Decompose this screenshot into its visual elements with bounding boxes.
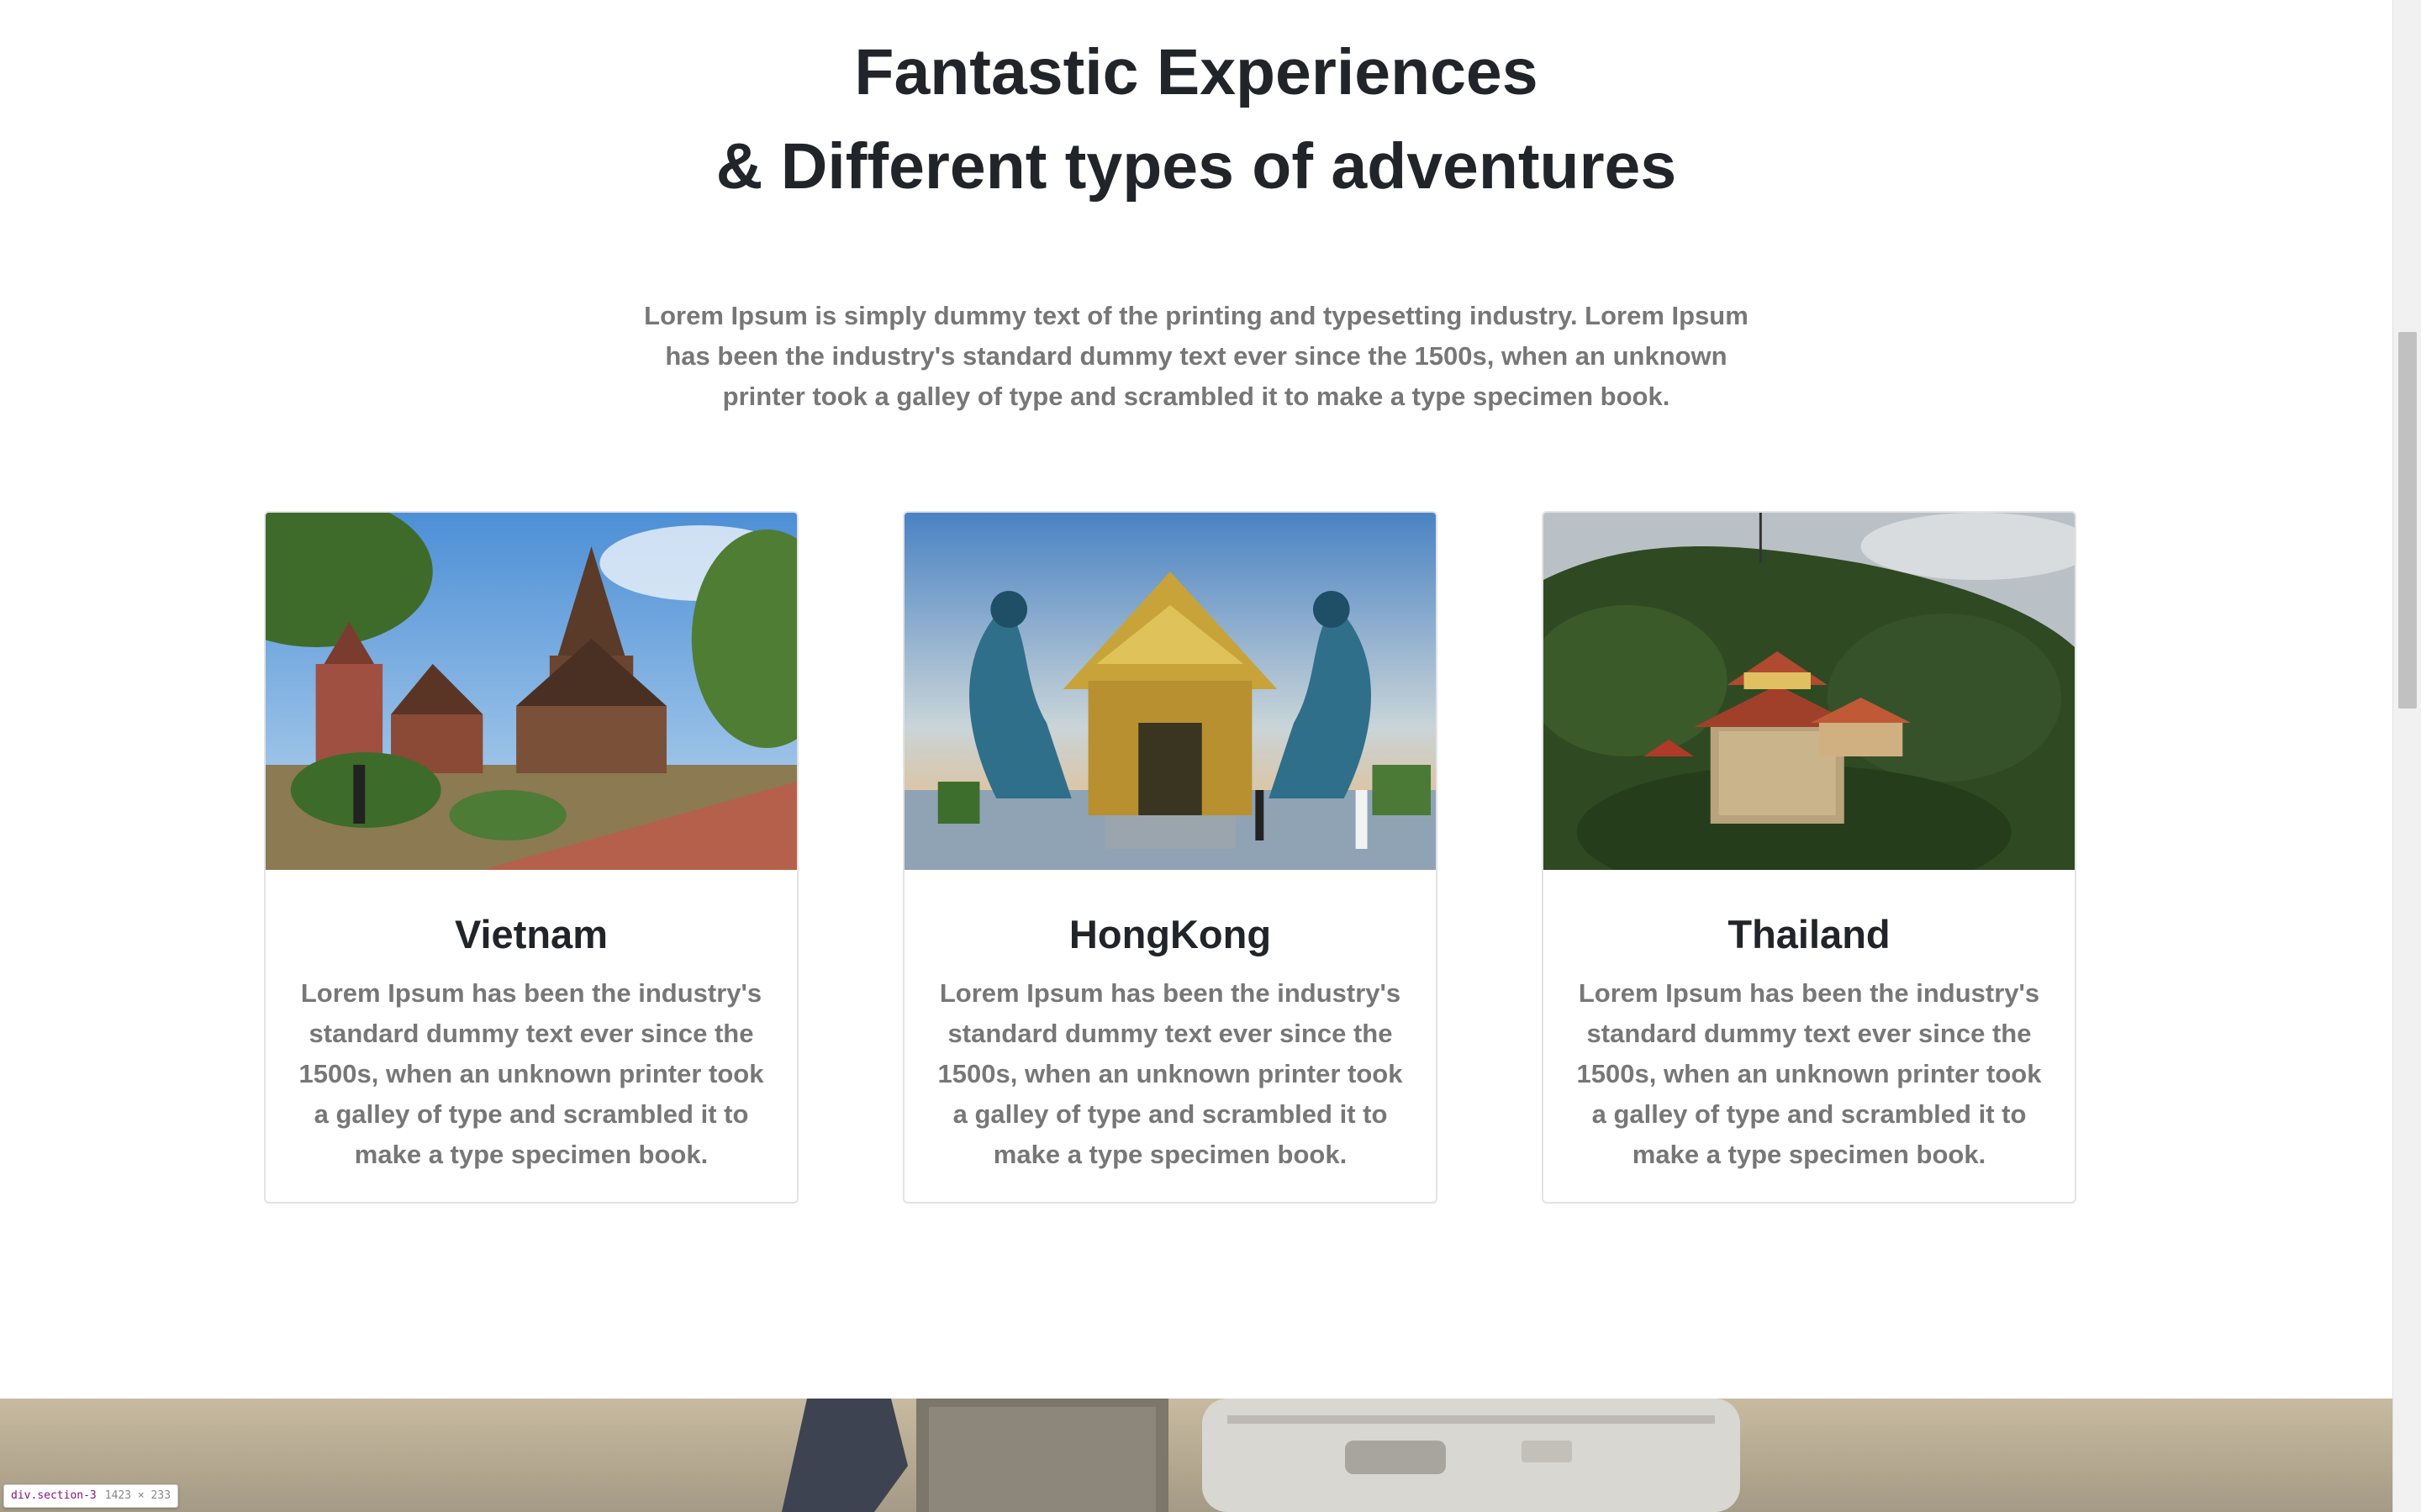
destination-card-vietnam[interactable]: Vietnam Lorem Ipsum has been the industr… [264,511,799,1204]
card-text: Lorem Ipsum has been the industry's stan… [937,978,1403,1169]
heading-line-2: & Different types of adventures [715,130,1677,203]
devtools-selector: div.section-3 [11,1489,97,1502]
devtools-size: 1423 × 233 [104,1489,171,1502]
card-text: Lorem Ipsum has been the industry's stan… [1576,978,2042,1169]
section-intro: Lorem Ipsum is simply dummy text of the … [644,301,1748,411]
vertical-scrollbar[interactable] [2392,0,2421,1512]
hongkong-photo [905,513,1436,870]
scrollbar-thumb[interactable] [2398,332,2417,709]
travel-suitcase-background-image [0,1399,2392,1512]
card-title: Vietnam [455,912,608,956]
page: Fantastic Experiences & Different types … [0,0,2392,1512]
destination-card-thailand[interactable]: Thailand Lorem Ipsum has been the indust… [1542,511,2076,1204]
card-title: Thailand [1727,912,1891,956]
card-text: Lorem Ipsum has been the industry's stan… [298,978,764,1169]
devtools-element-tooltip: div.section-3 1423 × 233 [3,1484,179,1508]
card-title: HongKong [1068,912,1272,956]
destination-card-hongkong[interactable]: HongKong Lorem Ipsum has been the indust… [903,511,1437,1204]
thailand-photo [1543,513,2075,870]
vietnam-photo [266,513,797,870]
section-heading: Fantastic Experiences & Different types … [0,25,2392,213]
heading-line-1: Fantastic Experiences [854,36,1538,108]
